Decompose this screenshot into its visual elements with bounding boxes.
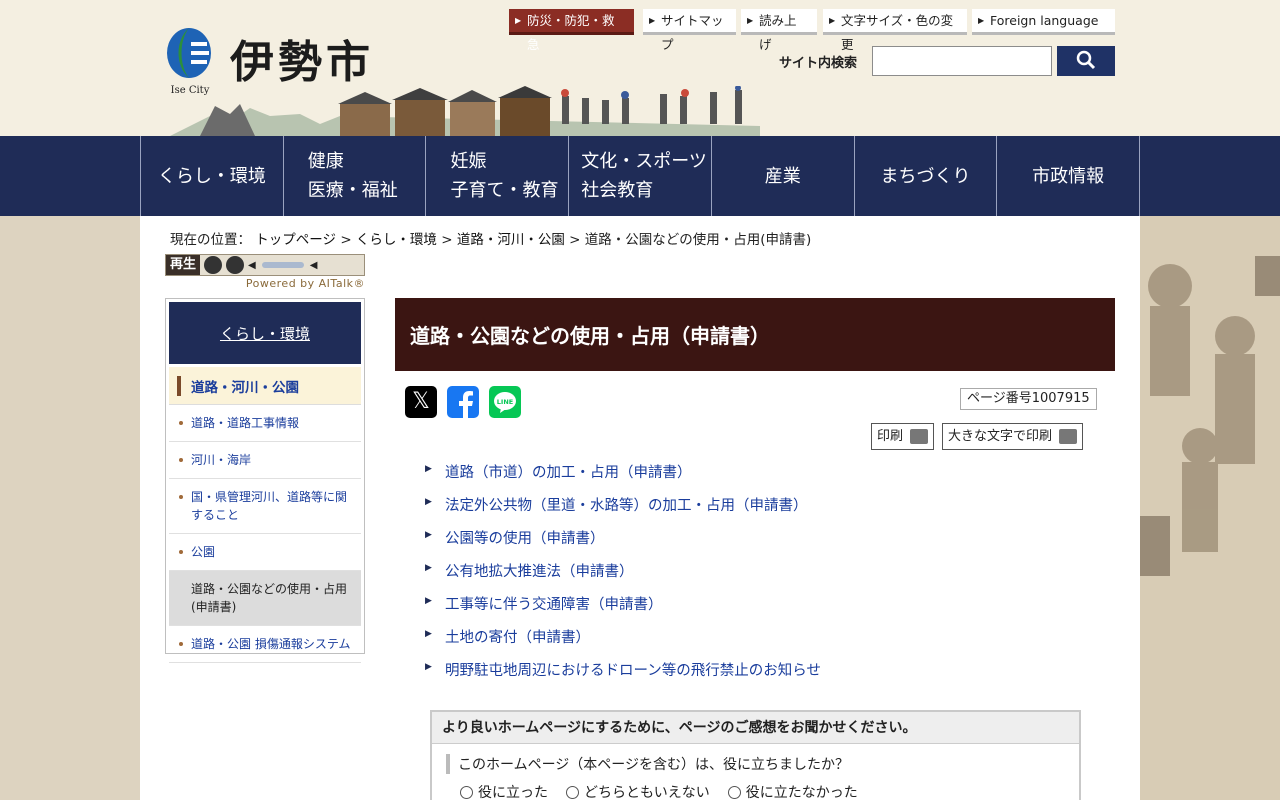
volume-slider[interactable] [261,262,304,268]
triangle-right-icon: ▶ [425,530,432,540]
background-art-right [1140,216,1280,800]
powered-by: Powered by AITalk® [245,277,365,290]
facebook-share-icon[interactable] [447,386,479,418]
list-item: ▶ 工事等に伴う交通障害（申請書） [425,596,663,613]
sidebar-current-section: 道路・河川・公園 [169,367,361,405]
x-share-icon[interactable]: 𝕏 [405,386,437,418]
triangle-right-icon: ▶ [425,563,432,573]
triangle-right-icon: ▶ [649,16,656,25]
print-button[interactable]: 印刷 [871,423,935,450]
sidebar-item: 国・県管理河川、道路等に関すること [169,479,361,534]
settings-icon[interactable] [226,256,245,274]
sidebar-item: 道路・公園 損傷通報システム [169,626,361,663]
site-header: Ise City 伊勢市 ▶ 防災・防犯・救急 ▶ サイトマップ ▶ 読み上げ ▶ 文字… [0,0,1280,136]
triangle-right-icon: ▶ [425,662,432,672]
search-button[interactable] [1057,46,1115,76]
gnav-item-culture[interactable]: 文化・スポーツ 社会教育 [569,136,712,216]
sidebar-item: 公園 [169,534,361,571]
application-links: ▶ 道路（市道）の加工・占用（申請書） ▶ 法定外公共物（里道・水路等）の加工・占用… [425,461,821,692]
triangle-right-icon: ▶ [515,16,522,25]
speech-player: 再生 ◀ ◀ Powered by AITalk® [165,254,365,292]
survey-option-neutral[interactable]: どちらともいえない [566,782,710,800]
radio-button[interactable] [460,785,473,799]
search-input[interactable] [872,46,1052,76]
text-size-color-link[interactable]: ▶ 文字サイズ・色の変更 [823,9,967,52]
feedback-survey: より良いホームページにするために、ページのご感想をお聞かせください。 このホーム… [430,710,1081,800]
triangle-right-icon: ▶ [425,629,432,639]
survey-question: このホームページ（本ページを含む）は、役に立ちましたか？ [446,754,1079,774]
stop-icon[interactable] [204,256,223,274]
gnav-item-childcare[interactable]: 妊娠 子育て・教育 [426,136,570,216]
page-number: ページ番号1007915 [960,388,1097,410]
triangle-right-icon: ▶ [978,16,985,25]
sitemap-link[interactable]: ▶ サイトマップ [643,9,736,52]
sidebar: くらし・環境 道路・河川・公園 道路・道路工事情報 河川・海岸 国・県管理河川、… [165,298,365,663]
radio-button[interactable] [566,785,579,799]
sidebar-item-active: 道路・公園などの使用・占用(申請書) [169,571,361,626]
printer-icon [1059,429,1078,444]
ukiyoe-decoration [1140,256,1280,576]
breadcrumb-link-roads[interactable]: 道路・河川・公園 [457,232,565,248]
survey-option-not-helpful[interactable]: 役に立たなかった [727,782,858,800]
triangle-right-icon: ▶ [425,497,432,507]
line-share-icon[interactable]: LINE [489,386,521,418]
gnav-item-living[interactable]: くらし・環境 [141,136,284,216]
triangle-right-icon: ▶ [747,16,754,25]
breadcrumb: 現在の位置： トップページ > くらし・環境 > 道路・河川・公園 > 道路・公… [170,232,812,248]
sidebar-item: 道路・道路工事情報 [169,405,361,442]
svg-text:LINE: LINE [497,398,513,406]
search-icon [1076,50,1096,69]
search-label: サイト内検索 [779,56,858,71]
triangle-right-icon: ▶ [425,464,432,474]
global-nav: くらし・環境 健康 医療・福祉 妊娠 子育て・教育 文化・スポーツ 社会教育 産業 ま… [0,136,1280,216]
triangle-right-icon: ▶ [829,16,836,25]
background-left [0,216,140,800]
logo-wordmark[interactable]: 伊勢市 [230,26,374,90]
print-large-button[interactable]: 大きな文字で印刷 [942,423,1084,450]
sidebar-heading[interactable]: くらし・環境 [169,302,361,364]
list-item: ▶ 公有地拡大推進法（申請書） [425,563,634,580]
city-emblem-icon [167,28,211,78]
page-title: 道路・公園などの使用・占用（申請書） [395,298,1115,371]
breadcrumb-link-top[interactable]: トップページ [255,232,336,248]
survey-option-helpful[interactable]: 役に立った [460,782,548,800]
read-aloud-link[interactable]: ▶ 読み上げ [741,9,817,52]
main-content: 現在の位置： トップページ > くらし・環境 > 道路・河川・公園 > 道路・公… [140,216,1140,800]
list-item: ▶ 公園等の使用（申請書） [425,530,605,547]
list-item: ▶ 明野駐屯地周辺におけるドローン等の飛行禁止のお知らせ [425,662,821,679]
list-item: ▶ 法定外公共物（里道・水路等）の加工・占用（申請書） [425,497,808,514]
radio-button[interactable] [727,785,741,799]
gnav-item-citygov[interactable]: 市政情報 [997,136,1141,216]
gnav-item-health[interactable]: 健康 医療・福祉 [284,136,427,216]
gnav-item-town[interactable]: まちづくり [855,136,998,216]
breadcrumb-link-living[interactable]: くらし・環境 [356,232,437,248]
foreign-language-link[interactable]: ▶ Foreign language [972,9,1115,35]
sidebar-item: 河川・海岸 [169,442,361,479]
volume-high-icon: ◀ [309,259,318,271]
disaster-link[interactable]: ▶ 防災・防犯・救急 [509,9,634,52]
volume-low-icon: ◀ [248,259,256,271]
list-item: ▶ 道路（市道）の加工・占用（申請書） [425,464,692,481]
survey-heading: より良いホームページにするために、ページのご感想をお聞かせください。 [432,712,1079,744]
breadcrumb-current: 道路・公園などの使用・占用(申請書) [584,232,812,248]
survey-options: 役に立った どちらともいえない 役に立たなかった [460,782,1079,800]
townscape-illustration [170,86,760,136]
triangle-right-icon: ▶ [425,596,432,606]
play-button[interactable]: 再生 [166,255,201,275]
gnav-item-industry[interactable]: 産業 [712,136,855,216]
sidebar-current-link[interactable]: 道路・河川・公園 [191,376,299,396]
printer-icon [910,429,929,444]
list-item: ▶ 土地の寄付（申請書） [425,629,590,646]
